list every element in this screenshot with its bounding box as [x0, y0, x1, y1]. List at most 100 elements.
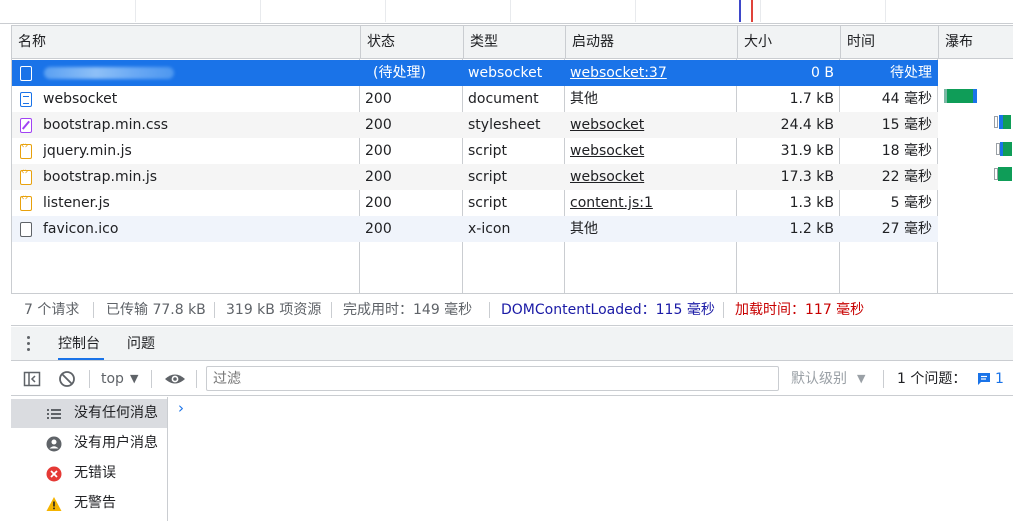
- column-header-size[interactable]: 大小: [737, 26, 840, 58]
- waterfall-bar: [947, 89, 973, 103]
- initiator-link[interactable]: websocket: [570, 169, 644, 185]
- clear-console-icon[interactable]: [58, 370, 76, 388]
- divider: [214, 302, 215, 318]
- file-icon: [20, 222, 32, 237]
- filter-input[interactable]: [206, 366, 779, 391]
- console-prompt-icon[interactable]: ›: [178, 399, 184, 417]
- error-icon: [46, 466, 62, 482]
- drawer-tab-bar: 控制台 问题: [11, 327, 1013, 361]
- overview-gridline: [385, 0, 386, 22]
- initiator-link[interactable]: websocket: [570, 117, 644, 133]
- stylesheet-icon: [20, 118, 32, 133]
- waterfall-bar: [1003, 142, 1012, 156]
- summary-requests: 7 个请求: [24, 302, 80, 318]
- initiator-link[interactable]: websocket:37: [570, 65, 667, 81]
- sidebar-item-label: 无错误: [74, 465, 116, 481]
- network-summary-bar: 7 个请求 已传输 77.8 kB 319 kB 项资源 完成用时：149 毫秒…: [11, 293, 1013, 326]
- waterfall-column: [938, 59, 1013, 293]
- chevron-down-icon[interactable]: ▼: [857, 362, 865, 396]
- table-row[interactable]: listener.js 200 script content.js:1 1.3 kB 5 …: [12, 190, 938, 216]
- waterfall-bar: [1003, 115, 1011, 129]
- cell-name: [43, 60, 353, 86]
- cell-type: script: [468, 195, 508, 211]
- sidebar-item-label: 无警告: [74, 495, 116, 511]
- cell-time: 15 毫秒: [881, 117, 932, 133]
- dcl-marker: [739, 0, 741, 22]
- column-header-waterfall[interactable]: 瀑布: [938, 26, 1013, 58]
- sidebar-item-errors[interactable]: 无错误: [11, 459, 167, 488]
- tab-console[interactable]: 控制台: [58, 327, 104, 360]
- table-row[interactable]: websocket 200 document 其他 1.7 kB 44 毫秒: [12, 86, 938, 112]
- overview-gridline: [135, 0, 136, 22]
- cell-time: 待处理: [890, 65, 932, 81]
- sidebar-item-all-messages[interactable]: 没有任何消息: [11, 399, 167, 428]
- cell-initiator: content.js:1: [570, 190, 735, 216]
- cell-size: 24.4 kB: [780, 117, 834, 133]
- table-row[interactable]: favicon.ico 200 x-icon 其他 1.2 kB 27 毫秒: [12, 216, 938, 242]
- initiator-link[interactable]: content.js:1: [570, 195, 653, 211]
- cell-size: 1.7 kB: [789, 91, 834, 107]
- overview-gridline: [510, 0, 511, 22]
- summary-finish-time: 完成用时：149 毫秒: [343, 302, 473, 318]
- eye-icon[interactable]: [164, 370, 186, 388]
- column-header-status[interactable]: 状态: [360, 26, 463, 58]
- cell-name: listener.js: [43, 195, 110, 211]
- table-header: 名称 状态 类型 启动器 大小 时间 瀑布: [12, 26, 1013, 59]
- waterfall-bar: [973, 89, 977, 103]
- summary-resources: 319 kB 项资源: [226, 302, 322, 318]
- summary-dom-content-loaded: DOMContentLoaded：115 毫秒: [501, 302, 715, 318]
- issues-counter-label[interactable]: 1 个问题：: [897, 362, 966, 396]
- cell-status: 200: [365, 117, 392, 133]
- divider: [883, 370, 884, 388]
- cell-status: 200: [365, 169, 392, 185]
- log-level-dropdown[interactable]: 默认级别: [791, 362, 847, 396]
- console-output[interactable]: ›: [169, 397, 1013, 521]
- cell-time: 22 毫秒: [881, 169, 932, 185]
- table-row[interactable]: bootstrap.min.css 200 stylesheet websocket 2…: [12, 112, 938, 138]
- column-header-initiator[interactable]: 启动器: [565, 26, 737, 58]
- divider: [93, 302, 94, 318]
- divider: [489, 302, 490, 318]
- cell-type: script: [468, 169, 508, 185]
- console-sidebar: 没有任何消息 没有用户消息 无错误 无警告: [11, 397, 168, 521]
- network-request-table: 名称 状态 类型 启动器 大小 时间 瀑布 (待处理) websocket webs…: [11, 25, 1013, 293]
- column-header-name[interactable]: 名称: [12, 26, 360, 58]
- summary-transferred: 已传输 77.8 kB: [106, 302, 206, 318]
- table-row[interactable]: (待处理) websocket websocket:37 0 B 待处理: [12, 60, 938, 86]
- issues-count[interactable]: 1: [995, 362, 1004, 396]
- table-row[interactable]: jquery.min.js 200 script websocket 31.9 kB 18…: [12, 138, 938, 164]
- cell-status: 200: [365, 221, 392, 237]
- sidebar-item-warnings[interactable]: 无警告: [11, 489, 167, 518]
- tab-issues[interactable]: 问题: [127, 327, 159, 360]
- context-selector[interactable]: top: [101, 362, 124, 396]
- overview-gridline: [760, 0, 761, 22]
- cell-type: document: [468, 91, 539, 107]
- cell-name: jquery.min.js: [43, 143, 132, 159]
- more-options-icon[interactable]: [27, 336, 31, 352]
- sidebar-toggle-icon[interactable]: [23, 370, 41, 388]
- column-header-type[interactable]: 类型: [463, 26, 565, 58]
- column-header-time[interactable]: 时间: [840, 26, 938, 58]
- waterfall-bar: [998, 167, 1012, 181]
- user-icon: [46, 436, 62, 452]
- issue-message-icon[interactable]: [976, 371, 992, 387]
- document-icon: [20, 92, 32, 107]
- table-row[interactable]: bootstrap.min.js 200 script websocket 17.3 k…: [12, 164, 938, 190]
- cell-initiator: websocket: [570, 138, 735, 164]
- sidebar-item-label: 没有用户消息: [74, 435, 158, 451]
- list-icon: [47, 409, 61, 419]
- cell-size: 17.3 kB: [780, 169, 834, 185]
- cell-status: 200: [365, 195, 392, 211]
- initiator-link[interactable]: websocket: [570, 143, 644, 159]
- load-marker: [751, 0, 753, 22]
- divider: [331, 302, 332, 318]
- divider: [196, 370, 197, 388]
- sidebar-item-user-messages[interactable]: 没有用户消息: [11, 429, 167, 458]
- chevron-down-icon[interactable]: ▼: [130, 362, 138, 396]
- file-icon: [20, 66, 32, 81]
- overview-gridline: [635, 0, 636, 22]
- cell-size: 1.2 kB: [789, 221, 834, 237]
- cell-time: 18 毫秒: [881, 143, 932, 159]
- script-icon: [20, 167, 32, 185]
- network-overview[interactable]: [0, 0, 1013, 24]
